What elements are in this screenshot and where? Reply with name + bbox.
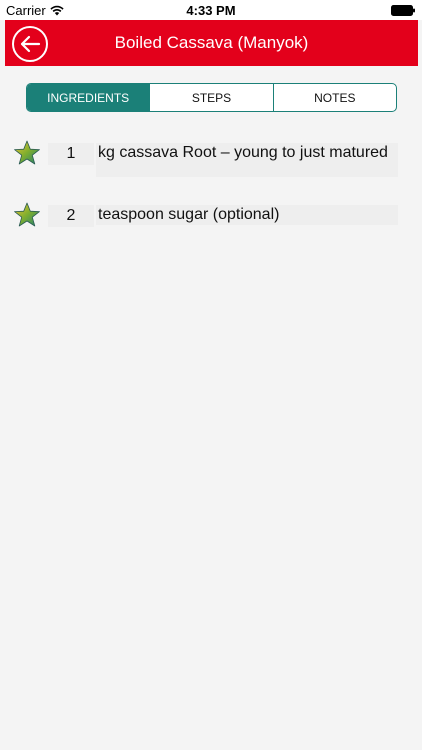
page-title: Boiled Cassava (Manyok) xyxy=(114,33,309,52)
tab-steps[interactable]: STEPS xyxy=(149,84,272,111)
back-button[interactable] xyxy=(12,26,48,62)
navigation-bar: Boiled Cassava (Manyok) xyxy=(5,20,418,66)
tab-notes[interactable]: NOTES xyxy=(272,84,396,111)
tab-ingredients[interactable]: INGREDIENTS xyxy=(27,84,150,111)
status-time: 4:33 PM xyxy=(186,3,236,18)
back-arrow-icon xyxy=(20,35,41,53)
ingredient-quantity: 2 xyxy=(48,205,94,227)
battery-icon xyxy=(391,5,415,16)
star-icon[interactable] xyxy=(13,140,41,166)
segmented-control: INGREDIENTS STEPS NOTES xyxy=(26,83,397,112)
list-item: 2 teaspoon sugar (optional) xyxy=(0,202,422,230)
ingredient-description: teaspoon sugar (optional) xyxy=(96,205,398,225)
status-bar: Carrier 4:33 PM xyxy=(0,0,422,20)
ingredient-quantity: 1 xyxy=(48,143,94,165)
list-item: 1 kg cassava Root – young to just mature… xyxy=(0,140,422,180)
star-icon[interactable] xyxy=(13,202,41,228)
ingredient-description: kg cassava Root – young to just matured xyxy=(96,143,398,177)
